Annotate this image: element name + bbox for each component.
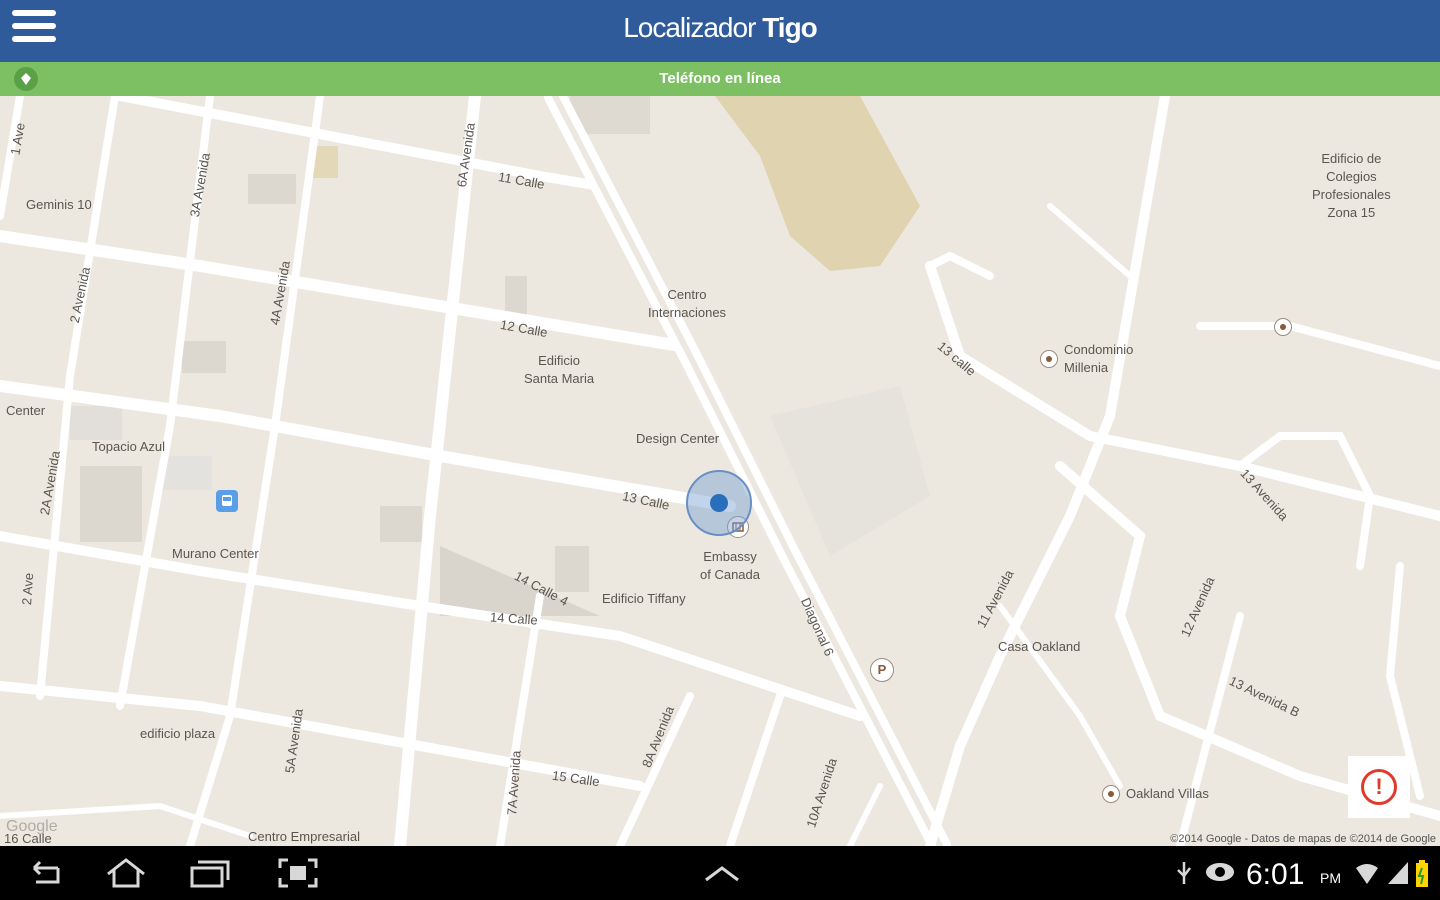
clock-ampm: PM [1320,870,1341,886]
map-label: Center [6,403,46,418]
chevron-up-icon[interactable] [700,858,744,888]
street-label: 2 Ave [19,572,37,606]
map-label: Topacio Azul [92,439,165,454]
clock: 6:01 [1246,858,1305,891]
eye-icon [1204,860,1236,889]
map-label: Casa Oakland [998,639,1081,654]
app-title-brand: Tigo [762,12,818,43]
map-label: Embassy of Canada [700,549,760,582]
home-icon[interactable] [104,858,148,888]
map-label: Edificio Santa Maria [524,353,595,386]
poi-marker[interactable] [1040,350,1058,368]
signal-icon [1386,860,1410,891]
back-icon[interactable] [22,858,66,888]
street-label: 14 Calle [489,609,539,628]
poi-marker[interactable] [1274,318,1292,336]
battery-icon [1414,860,1430,893]
map-label: Centro Empresarial [248,829,360,844]
map-label: Murano Center [172,546,259,561]
app-title-name: Localizador [623,12,756,43]
app-header: Localizador Tigo [0,0,1440,62]
status-text: Teléfono en línea [659,70,781,87]
map-label: Design Center [636,431,720,446]
map-label: edificio plaza [140,726,216,741]
current-location-dot [710,494,728,512]
screenshot-icon[interactable] [276,858,320,888]
google-logo: Google [6,818,58,835]
map-label: Condominio Millenia [1064,342,1134,375]
map-label: Geminis 10 [26,197,92,212]
system-nav-bar: 6:01 PM [0,846,1440,900]
map-label: Edificio Tiffany [602,591,686,606]
map-view[interactable]: Geminis 10 Centro Internaciones Edificio S… [0,96,1440,846]
usb-icon [1174,860,1194,891]
map-copyright: ©2014 Google - Datos de mapas de ©2014 d… [1170,833,1436,845]
map-label: Edificio de Colegios Profesionales Zona 15 [1312,151,1391,220]
status-bar: Teléfono en línea [0,62,1440,96]
poi-marker[interactable] [1102,785,1120,803]
parking-icon[interactable]: P [870,658,894,682]
map-label: Centro Internaciones [648,287,727,320]
app-title: Localizador Tigo [0,12,1440,44]
alert-button[interactable]: ! [1348,756,1410,818]
bus-stop-icon[interactable] [216,490,238,512]
recent-apps-icon[interactable] [188,858,232,888]
map-label: Oakland Villas [1126,786,1209,801]
wifi-icon [1354,860,1380,891]
alert-icon: ! [1361,769,1397,805]
